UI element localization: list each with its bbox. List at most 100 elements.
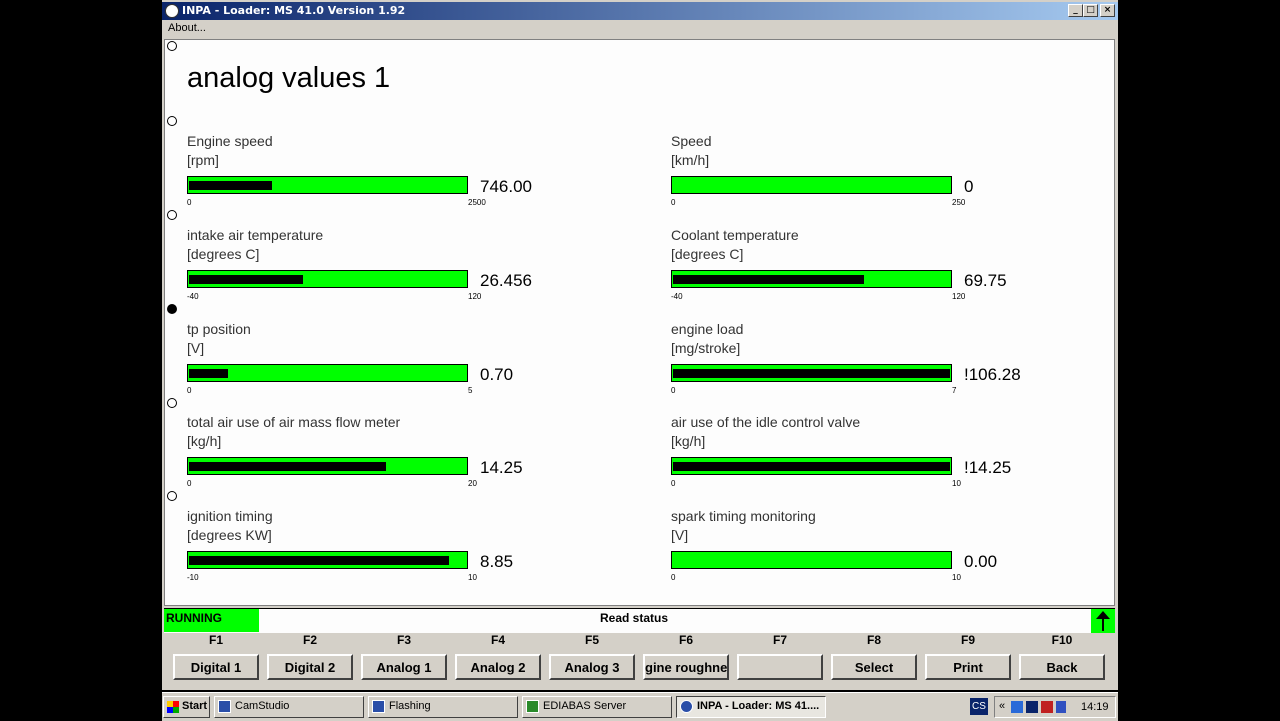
gauge-label: air use of the idle control valve — [671, 414, 861, 430]
row-selector-radio[interactable] — [167, 116, 177, 126]
gauge-value: 0 — [964, 177, 974, 196]
gauge-bar — [187, 457, 468, 475]
gauge-unit: [mg/stroke] — [671, 340, 741, 356]
fkey-button-f2[interactable]: Digital 2 — [267, 654, 353, 680]
row-selector-radio[interactable] — [167, 398, 177, 408]
system-tray: « 14:19 — [994, 696, 1116, 718]
taskbar: Start CamStudio Flashing EDIABAS Server … — [162, 692, 1118, 721]
fkey-label-f10: F10 — [1051, 633, 1073, 647]
gauge-min: 0 — [187, 479, 192, 488]
gauge-max: 7 — [952, 386, 957, 395]
menu-about[interactable]: About... — [168, 22, 206, 34]
shield-icon[interactable] — [1056, 701, 1066, 713]
gauge-ignition-timing: ignition timing [degrees KW] 8.85 -10 10 — [187, 508, 627, 598]
gauge-bar — [671, 457, 952, 475]
gauge-bar — [187, 270, 468, 288]
gauge-fill — [673, 275, 864, 284]
start-label: Start — [182, 700, 208, 712]
gauge-label: Engine speed — [187, 133, 273, 149]
tray-expand-icon[interactable]: « — [999, 700, 1005, 712]
fkey-label-f8: F8 — [866, 633, 881, 647]
start-button[interactable]: Start — [163, 696, 210, 718]
fkey-button-f4[interactable]: Analog 2 — [455, 654, 541, 680]
gauge-value: 0.00 — [964, 552, 998, 571]
gauge-fill — [189, 369, 228, 378]
gauge-value: !106.28 — [964, 365, 1021, 384]
row-selector-radio[interactable] — [167, 491, 177, 501]
gauge-spark-timing-monitoring: spark timing monitoring [V] 0.00 0 10 — [671, 508, 1111, 598]
task-inpa[interactable]: INPA - Loader: MS 41.... — [676, 696, 826, 718]
fkey-button-f8[interactable]: Select — [831, 654, 917, 680]
gauge-engine-speed: Engine speed [rpm] 746.00 0 2500 — [187, 133, 627, 223]
gauge-value: 746.00 — [480, 177, 532, 196]
gauge-label: spark timing monitoring — [671, 508, 816, 524]
fkey-label-f4: F4 — [490, 633, 505, 647]
task-label: Flashing — [389, 700, 431, 712]
monitor-icon[interactable] — [1026, 701, 1038, 713]
row-selector-radio-selected[interactable] — [167, 304, 177, 314]
gauge-label: total air use of air mass flow meter — [187, 414, 401, 430]
status-bar: RUNNING Read status — [164, 608, 1115, 633]
gauge-min: 0 — [671, 386, 676, 395]
gauge-tp-position: tp position [V] 0.70 0 5 — [187, 321, 627, 411]
gauge-max: 2500 — [468, 198, 486, 207]
gauge-min: 0 — [671, 479, 676, 488]
ediabas-icon — [526, 700, 539, 713]
gauge-unit: [degrees C] — [187, 246, 260, 262]
security-icon[interactable] — [1041, 701, 1053, 713]
gauge-label: engine load — [671, 321, 744, 337]
gauge-fill — [189, 556, 449, 565]
gauge-unit: [V] — [187, 340, 205, 356]
fkey-button-f3[interactable]: Analog 1 — [361, 654, 447, 680]
bmw-logo-icon — [680, 700, 693, 713]
gauge-value: 69.75 — [964, 271, 1007, 290]
gauge-unit: [degrees C] — [671, 246, 744, 262]
network-icon[interactable] — [1011, 701, 1023, 713]
fkey-button-f9[interactable]: Print — [925, 654, 1011, 680]
gauge-max: 250 — [952, 198, 966, 207]
gauge-fill — [189, 275, 303, 284]
gauge-min: 0 — [187, 386, 192, 395]
gauge-value: 0.70 — [480, 365, 514, 384]
fkey-label-f1: F1 — [208, 633, 223, 647]
gauge-value: 14.25 — [480, 458, 523, 477]
function-key-bar: F1 Digital 1 F2 Digital 2 F3 Analog 1 F4 Analog… — [162, 632, 1118, 688]
task-flashing[interactable]: Flashing — [368, 696, 518, 718]
gauge-fill — [673, 462, 950, 471]
maximize-button[interactable]: □ — [1083, 4, 1098, 17]
gauge-min: -40 — [671, 292, 683, 301]
fkey-button-f7[interactable] — [737, 654, 823, 680]
running-indicator: RUNNING — [164, 609, 259, 632]
gauge-bar — [187, 551, 468, 569]
bmw-logo-icon — [165, 4, 179, 18]
close-button[interactable]: × — [1100, 4, 1115, 17]
title-bar[interactable]: INPA - Loader: MS 41.0 Version 1.92 _ □ … — [162, 2, 1118, 20]
fkey-button-f10[interactable]: Back — [1019, 654, 1105, 680]
gauge-max: 10 — [952, 573, 961, 582]
gauge-min: 0 — [671, 198, 676, 207]
fkey-label-f6: F6 — [678, 633, 693, 647]
gauge-bar — [671, 551, 952, 569]
up-arrow-icon[interactable] — [1091, 609, 1115, 633]
gauge-unit: [kg/h] — [671, 433, 706, 449]
menu-bar: About... — [162, 20, 1118, 38]
language-indicator[interactable]: CS — [970, 698, 988, 715]
gauge-unit: [km/h] — [671, 152, 710, 168]
gauge-label: Speed — [671, 133, 712, 149]
fkey-button-f1[interactable]: Digital 1 — [173, 654, 259, 680]
gauge-label: ignition timing — [187, 508, 273, 524]
gauge-max: 20 — [468, 479, 477, 488]
row-selector-radio[interactable] — [167, 210, 177, 220]
gauge-intake-air-temperature: intake air temperature [degrees C] 26.456 -… — [187, 227, 627, 317]
gauge-air-use-of-the-idle-control-valve: air use of the idle control valve [kg/h]!… — [671, 414, 1111, 504]
task-label: INPA - Loader: MS 41.... — [697, 700, 820, 712]
gauge-speed: Speed [km/h] 0 0 250 — [671, 133, 1111, 223]
minimize-button[interactable]: _ — [1068, 4, 1083, 17]
task-ediabas[interactable]: EDIABAS Server — [522, 696, 672, 718]
row-selector-radio[interactable] — [167, 41, 177, 51]
task-camstudio[interactable]: CamStudio — [214, 696, 364, 718]
fkey-button-f6[interactable]: gine roughne — [643, 654, 729, 680]
clock: 14:19 — [1081, 701, 1109, 713]
gauge-label: Coolant temperature — [671, 227, 799, 243]
fkey-button-f5[interactable]: Analog 3 — [549, 654, 635, 680]
